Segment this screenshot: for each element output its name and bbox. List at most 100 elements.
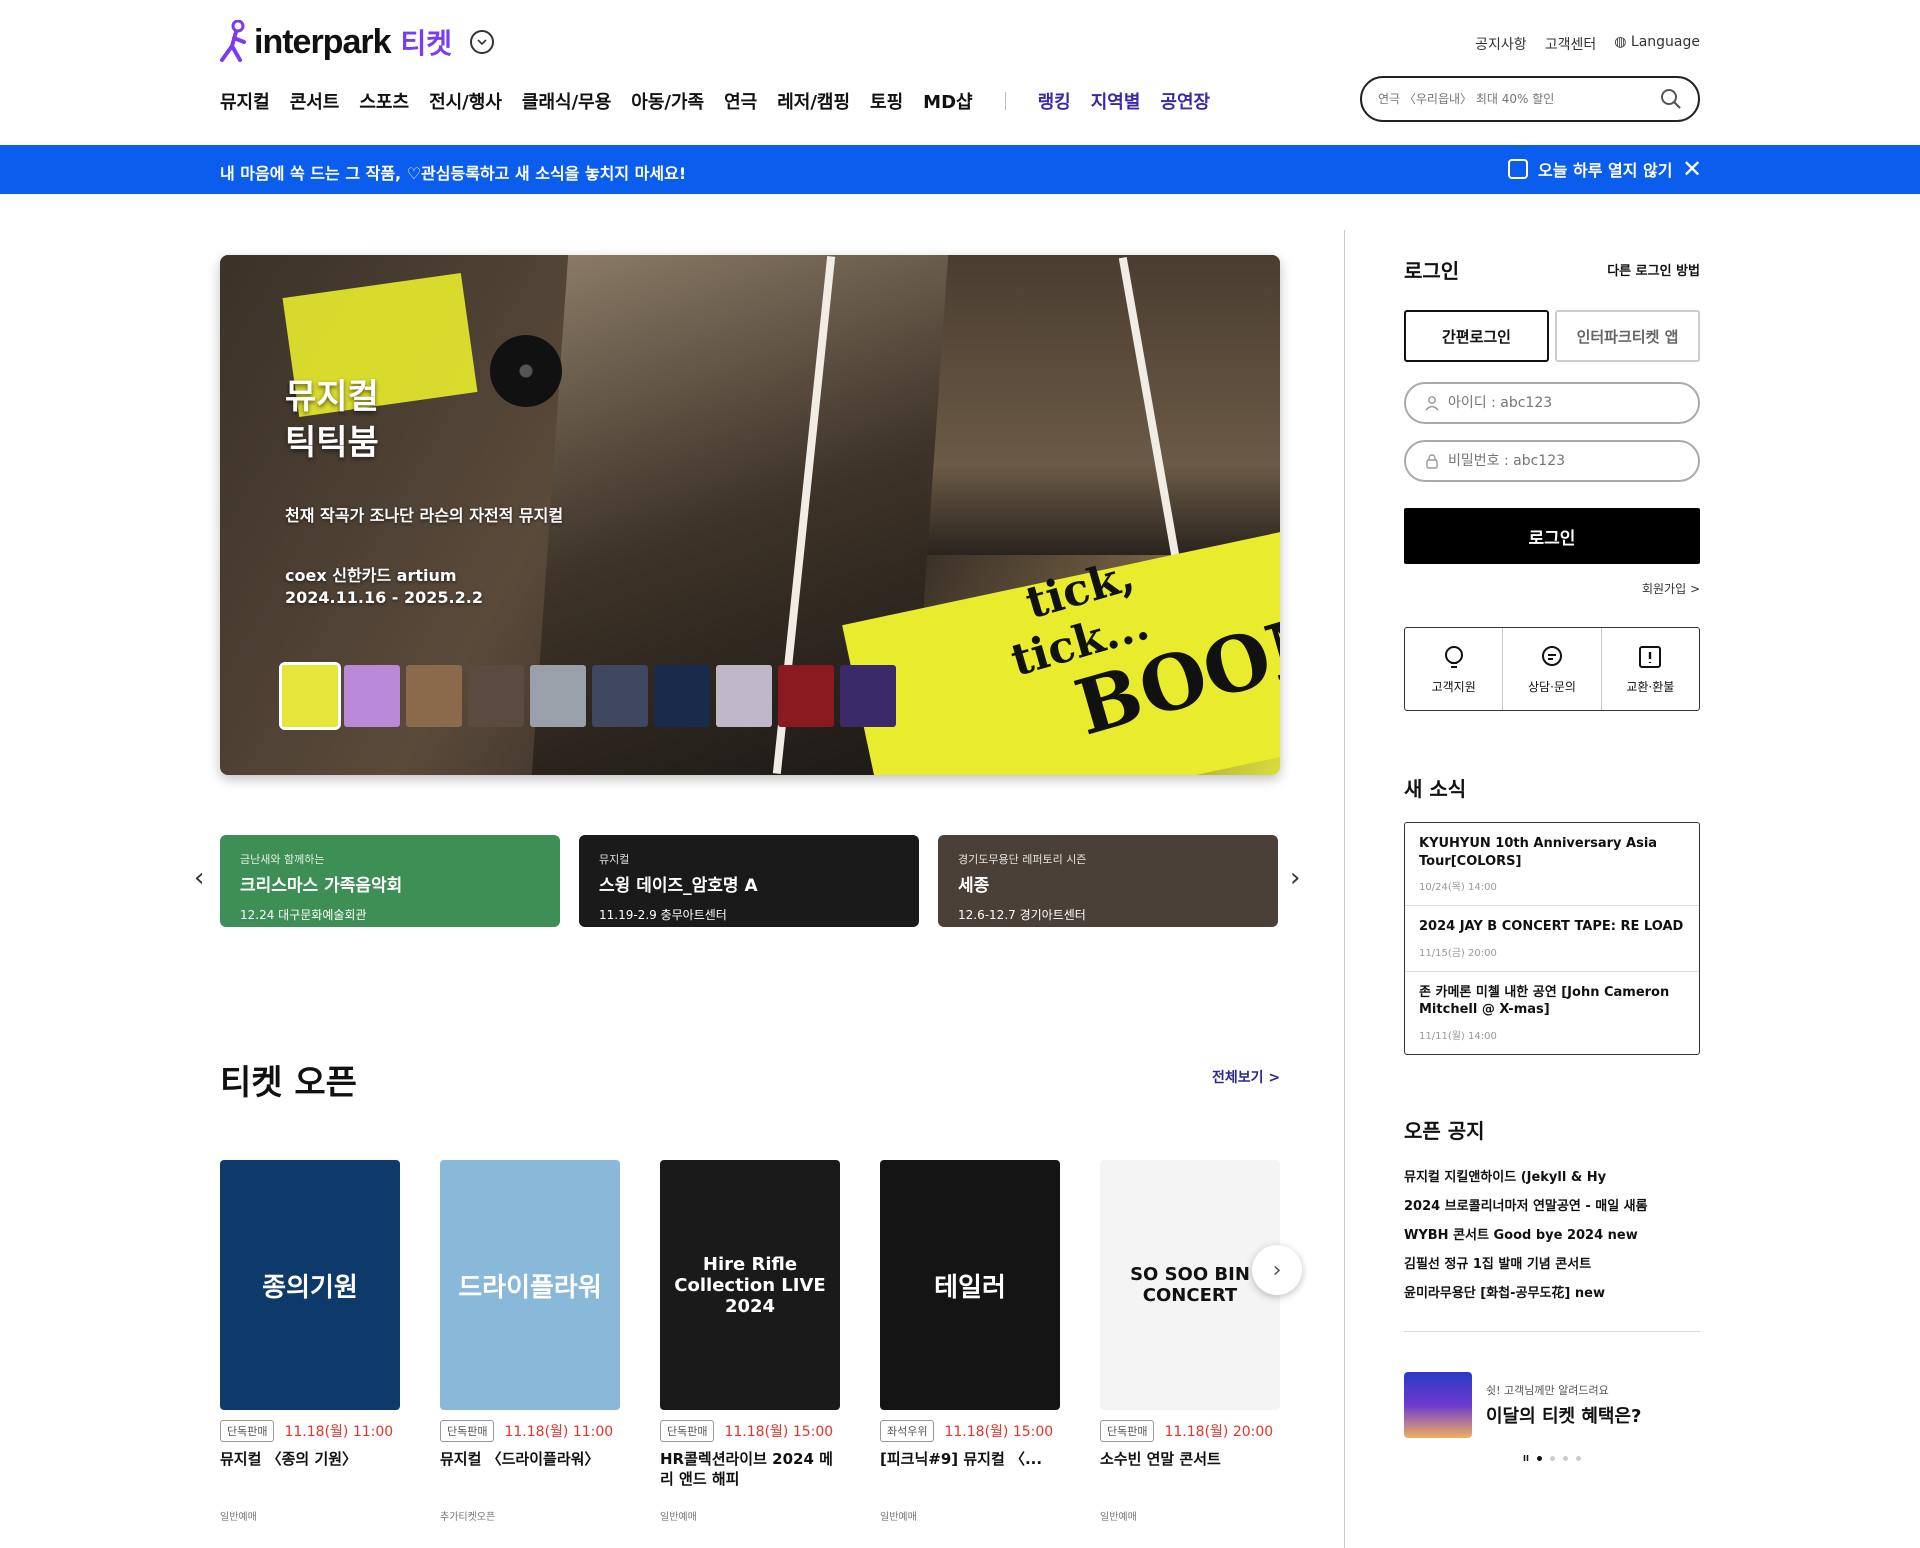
language-link[interactable]: ◍ Language <box>1614 34 1700 54</box>
nav-region[interactable]: 지역별 <box>1091 88 1141 114</box>
ticket-card[interactable]: Hire Rifle Collection LIVE 2024 단독판매 11.18… <box>660 1160 840 1523</box>
ticket-card[interactable]: SO SOO BIN CONCERT 단독판매 11.18(월) 20:00 소수빈 … <box>1100 1160 1280 1523</box>
ticket-card[interactable]: 테일러 좌석우위 11.18(월) 15:00 [피크닉#9] 뮤지컬 〈... 일반예… <box>880 1160 1060 1523</box>
promo-card-1[interactable]: 금난새와 함께하는 크리스마스 가족음악회 12.24 대구문화예술회관 <box>220 835 560 927</box>
news-item[interactable]: 존 카메론 미첼 내한 공연 [John Cameron Mitchell @ … <box>1405 970 1699 1054</box>
hero-thumbnail[interactable] <box>530 665 586 727</box>
poster-text: 종의기원 <box>262 1272 358 1303</box>
password-input[interactable] <box>1448 453 1680 469</box>
poster-text: SO SOO BIN CONCERT <box>1130 1264 1250 1306</box>
chevron-left-icon[interactable]: ‹ <box>194 863 204 893</box>
benefit-banner[interactable]: 쉿! 고객님께만 알려드려요 이달의 티켓 혜택은? <box>1404 1371 1700 1438</box>
nav-kids[interactable]: 아동/가족 <box>631 88 704 114</box>
nav-mdshop[interactable]: MD샵 <box>923 88 972 114</box>
close-icon[interactable]: ✕ <box>1682 155 1702 183</box>
open-date: 11.18(월) 15:00 <box>944 1424 1054 1440</box>
open-notice-item[interactable]: 2024 브로콜리너마저 연말공연 - 매일 새롬 <box>1404 1195 1700 1214</box>
logo-figure-icon <box>220 20 246 62</box>
hide-today-checkbox[interactable] <box>1508 159 1528 179</box>
open-notice-item[interactable]: 김필선 정규 1집 발매 기념 콘서트 <box>1404 1253 1700 1272</box>
hero-thumbnail[interactable] <box>468 665 524 727</box>
hero-thumbnail[interactable] <box>716 665 772 727</box>
nav-leisure[interactable]: 레저/캠핑 <box>777 88 850 114</box>
sale-badge: 단독판매 <box>440 1420 495 1442</box>
open-notice-item[interactable]: WYBH 콘서트 Good bye 2024 new <box>1404 1224 1700 1243</box>
hero-thumbnail[interactable] <box>279 662 341 730</box>
card-meta: 단독판매 11.18(월) 15:00 <box>660 1420 840 1442</box>
hero-dates: 2024.11.16 - 2025.2.2 <box>285 588 483 608</box>
nav-ranking[interactable]: 랭킹 <box>1038 88 1071 114</box>
concert-crowd-image <box>1404 1371 1472 1438</box>
notice-link[interactable]: 공지사항 <box>1475 34 1527 54</box>
see-all-link[interactable]: 전체보기 > <box>1212 1067 1280 1087</box>
promo-pre: 경기도무용단 레퍼토리 시즌 <box>958 853 1087 866</box>
news-date: 11/15(금) 20:00 <box>1419 947 1497 959</box>
carousel-dot[interactable] <box>1562 1455 1568 1461</box>
hide-today-toggle[interactable]: 오늘 하루 열지 않기 <box>1508 157 1672 181</box>
nav-toping[interactable]: 토핑 <box>870 88 903 114</box>
hide-today-label: 오늘 하루 열지 않기 <box>1538 161 1673 180</box>
hero-thumbnail[interactable] <box>778 665 834 727</box>
news-title-text: 존 카메론 미첼 내한 공연 [John Cameron Mitchell @ … <box>1419 984 1670 1018</box>
nav-concert[interactable]: 콘서트 <box>290 88 340 114</box>
nav-musical[interactable]: 뮤지컬 <box>220 88 270 114</box>
news-item[interactable]: KYUHYUN 10th Anniversary Asia Tour[COLOR… <box>1405 823 1699 905</box>
sale-badge: 단독판매 <box>220 1420 275 1442</box>
support-inquiry-label: 상담·문의 <box>1528 679 1576 694</box>
support-inquiry[interactable]: 상담·문의 <box>1502 628 1600 710</box>
chevron-right-icon[interactable]: › <box>1290 863 1300 893</box>
hero-thumbnail[interactable] <box>344 665 400 727</box>
search-input[interactable] <box>1378 92 1660 106</box>
hero-banner[interactable]: 뮤지컬 틱틱붐 천재 작곡가 조나단 라슨의 자전적 뮤지컬 coex 신한카드… <box>220 255 1280 775</box>
login-button[interactable]: 로그인 <box>1404 508 1700 564</box>
tab-easy-login[interactable]: 간편로그인 <box>1404 310 1549 362</box>
benefit-text: 쉿! 고객님께만 알려드려요 이달의 티켓 혜택은? <box>1486 1382 1641 1428</box>
nav-venue[interactable]: 공연장 <box>1160 88 1210 114</box>
logo[interactable]: interpark 티켓 <box>218 20 495 64</box>
user-icon <box>1425 396 1439 411</box>
ticket-card[interactable]: 종의기원 단독판매 11.18(월) 11:00 뮤지컬 〈종의 기원〉 일반예매 <box>220 1160 400 1523</box>
promo-pre: 금난새와 함께하는 <box>240 853 325 866</box>
header: interpark 티켓 공지사항 고객센터 ◍ Language 뮤지컬 콘서… <box>0 0 1920 145</box>
carousel-dot[interactable] <box>1536 1455 1542 1461</box>
carousel-dot[interactable] <box>1575 1455 1581 1461</box>
hero-thumbnail[interactable] <box>592 665 648 727</box>
sale-badge: 단독판매 <box>1100 1420 1155 1442</box>
card-title: [피크닉#9] 뮤지컬 〈... <box>880 1450 1043 1468</box>
sale-type: 추가티켓오픈 <box>440 1512 496 1523</box>
promo-card-3[interactable]: 경기도무용단 레퍼토리 시즌 세종 12.6-12.7 경기아트센터 <box>938 835 1278 927</box>
open-date: 11.18(월) 11:00 <box>284 1424 394 1440</box>
nav-sports[interactable]: 스포츠 <box>359 88 409 114</box>
promo-card-2[interactable]: 뮤지컬 스윙 데이즈_암호명 A 11.19-2.9 충무아트센터 <box>579 835 919 927</box>
card-title: 뮤지컬 〈드라이플라워〉 <box>440 1450 600 1468</box>
card-meta: 단독판매 11.18(월) 11:00 <box>220 1420 400 1442</box>
news-item[interactable]: 2024 JAY B CONCERT TAPE: RE LOAD 11/15(금)… <box>1405 905 1699 971</box>
carousel-dot[interactable] <box>1549 1455 1555 1461</box>
customer-center-link[interactable]: 고객센터 <box>1545 34 1597 54</box>
hero-thumbnail[interactable] <box>840 665 896 727</box>
support-customer[interactable]: 고객지원 <box>1405 628 1502 710</box>
pause-icon[interactable]: II <box>1523 1454 1529 1463</box>
nav-classic[interactable]: 클래식/무용 <box>522 88 611 114</box>
ticket-card[interactable]: 드라이플라워 단독판매 11.18(월) 11:00 뮤지컬 〈드라이플라워〉 추가티켓… <box>440 1160 620 1523</box>
id-input[interactable] <box>1448 395 1680 411</box>
news-list: KYUHYUN 10th Anniversary Asia Tour[COLOR… <box>1404 822 1700 1055</box>
hero-thumbnail[interactable] <box>406 665 462 727</box>
hero-thumbnail[interactable] <box>654 665 710 727</box>
column-divider <box>1344 230 1345 1548</box>
search-icon[interactable] <box>1660 88 1682 110</box>
nav-play[interactable]: 연극 <box>724 88 757 114</box>
other-login-link[interactable]: 다른 로그인 방법 <box>1607 260 1700 279</box>
support-refund[interactable]: 교환·환불 <box>1600 628 1699 710</box>
signup-link[interactable]: 회원가입 > <box>1404 580 1700 597</box>
main-nav: 뮤지컬 콘서트 스포츠 전시/행사 클래식/무용 아동/가족 연극 레저/캠핑 … <box>220 88 1210 114</box>
tab-app-login[interactable]: 인터파크티켓 앱 <box>1555 310 1700 362</box>
chevron-down-icon[interactable] <box>470 30 495 54</box>
open-notice-item[interactable]: 윤미라무용단 [화첩-공무도花] new <box>1404 1282 1700 1301</box>
poster-image: SO SOO BIN CONCERT <box>1100 1160 1280 1410</box>
open-notice-item[interactable]: 뮤지컬 지킬앤하이드 (Jekyll & Hy <box>1404 1166 1700 1185</box>
ticket-open-title: 티켓 오픈 <box>220 1063 357 1103</box>
news-title: 새 소식 <box>1404 777 1467 801</box>
next-arrow-button[interactable]: › <box>1252 1245 1302 1295</box>
nav-exhibition[interactable]: 전시/행사 <box>429 88 502 114</box>
